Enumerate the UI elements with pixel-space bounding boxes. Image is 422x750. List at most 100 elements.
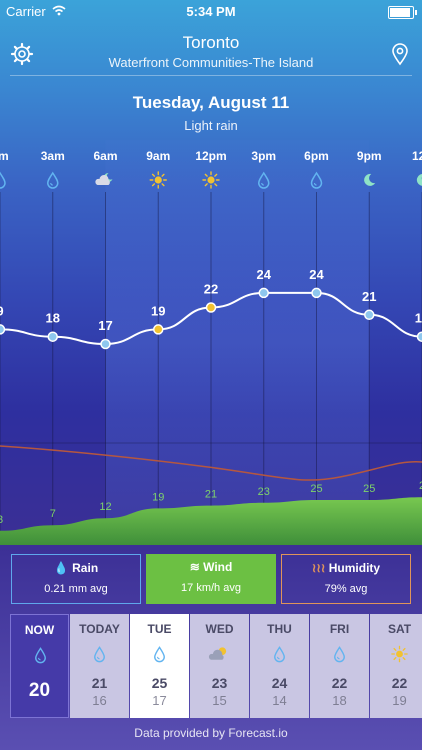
day-name: THU — [267, 622, 292, 636]
partly-cloudy-icon — [208, 647, 227, 660]
clock: 5:34 PM — [186, 4, 236, 19]
temperature-label: 22 — [204, 282, 218, 297]
location-pin-icon[interactable] — [388, 42, 412, 66]
rain-icon — [334, 646, 345, 663]
wind-label: 19 — [152, 491, 164, 503]
day-name: TUE — [147, 622, 172, 636]
temperature-point — [100, 338, 111, 350]
hour-label: 6pm — [304, 149, 329, 163]
header-divider — [10, 75, 412, 76]
day-high: 24 — [271, 675, 288, 691]
temperature-label: 21 — [362, 289, 376, 304]
day-low: 16 — [92, 693, 107, 708]
wind-label: 7 — [50, 508, 56, 520]
day-wed[interactable]: WED 23 15 — [190, 614, 249, 718]
day-name: FRI — [329, 622, 350, 636]
rain-stat[interactable]: 💧 Rain 0.21 mm avg — [11, 554, 141, 604]
day-name: WED — [205, 622, 234, 636]
day-thu[interactable]: THU 24 14 — [250, 614, 309, 718]
day-low: 19 — [392, 693, 407, 708]
rain-icon — [46, 171, 59, 189]
sun-icon — [391, 645, 408, 663]
city-name: Toronto — [182, 33, 240, 52]
day-fri[interactable]: FRI 22 18 — [310, 614, 369, 718]
rain-icon — [94, 646, 105, 663]
weather-summary: Light rain — [184, 118, 238, 133]
day-low: 14 — [272, 693, 287, 708]
rain-icon — [35, 647, 46, 664]
wind-label: Wind — [203, 560, 233, 574]
sun-icon — [202, 171, 220, 189]
wind-label: 23 — [258, 486, 270, 498]
hour-label: 9pm — [357, 149, 382, 163]
temperature-label: 17 — [98, 318, 112, 333]
humidity-icon: ≀≀≀ — [311, 561, 326, 575]
rain-label: Rain — [72, 561, 99, 575]
rain-value: 0.21 mm avg — [44, 583, 108, 595]
day-low: 18 — [332, 693, 347, 708]
rain-icon — [274, 646, 285, 663]
rain-icon — [0, 171, 6, 189]
hourly-chart[interactable]: am 3am 6am 9am 12pm 3pm 6pm 9pm 12a 9 18 17 19 22 24 24… — [0, 140, 422, 545]
day-icon — [334, 646, 345, 663]
hour-label: 3pm — [251, 149, 276, 163]
drop-icon: 💧 — [53, 561, 69, 575]
wind-label: 12 — [99, 501, 111, 513]
day-icon — [94, 646, 105, 663]
rain-icon — [154, 646, 165, 663]
day-high: 21 — [91, 675, 108, 691]
temperature-point — [205, 302, 217, 313]
day-icon — [154, 646, 165, 663]
wind-stat[interactable]: ≋ Wind 17 km/h avg — [146, 554, 276, 604]
humidity-stat[interactable]: ≀≀≀ Humidity 79% avg — [281, 554, 411, 604]
neighborhood-name: Waterfront Communities-The Island — [108, 55, 314, 70]
hour-label: 3am — [41, 149, 65, 163]
hour-label: 6am — [93, 149, 117, 163]
moon-icon — [416, 173, 422, 186]
wind-label: 25 — [310, 483, 322, 495]
day-icon — [391, 645, 408, 663]
temperature-label: 24 — [309, 267, 324, 282]
hour-label: am — [0, 149, 9, 163]
day-low: 15 — [212, 693, 227, 708]
day-name: SAT — [387, 622, 412, 636]
weather-app: Carrier 5:34 PM Toronto Waterfront Commu… — [0, 0, 422, 750]
temperature-label: 9 — [0, 303, 4, 318]
day-tue[interactable]: TUE 25 17 — [130, 614, 189, 718]
humidity-value: 79% avg — [324, 583, 368, 595]
date-title: Tuesday, August 11 — [132, 93, 290, 112]
wind-value: 17 km/h avg — [181, 582, 241, 594]
humidity-label: Humidity — [328, 561, 381, 575]
temperature-label: 24 — [257, 267, 272, 282]
day-icon — [208, 647, 227, 660]
temperature-label: 18 — [415, 311, 422, 326]
temperature-point — [364, 309, 375, 321]
wind-label: 3 — [0, 514, 3, 526]
day-icon — [35, 647, 46, 664]
day-sat[interactable]: SAT 22 19 — [370, 614, 422, 718]
temperature-point — [311, 287, 322, 299]
day-now[interactable]: NOW 20 — [10, 614, 69, 718]
day-high: 23 — [211, 675, 228, 691]
day-high: 25 — [151, 675, 168, 691]
daily-forecast: NOW 20 TODAY 21 16 TUE 25 17 WED 23 15 THU 24 14 FRI 22… — [0, 614, 422, 718]
temperature-point — [258, 287, 269, 299]
hour-label: 12pm — [195, 149, 226, 163]
temperature-label: 18 — [46, 311, 60, 326]
wind-icon: ≋ — [189, 560, 200, 574]
temperature-point — [0, 324, 6, 335]
day-name: NOW — [24, 623, 55, 637]
temperature-point — [47, 331, 58, 342]
temperature-point — [153, 324, 164, 335]
wind-label: 25 — [363, 483, 375, 495]
hour-label: 12a — [412, 149, 422, 163]
day-high: 22 — [331, 675, 348, 691]
battery-icon — [388, 6, 417, 19]
day-today[interactable]: TODAY 21 16 — [70, 614, 129, 718]
day-low: 17 — [152, 693, 167, 708]
data-credit: Data provided by Forecast.io — [134, 726, 288, 740]
sun-icon — [149, 171, 167, 189]
hour-label: 9am — [146, 149, 170, 163]
temperature-label: 19 — [151, 303, 165, 318]
temperature-point — [416, 331, 422, 342]
